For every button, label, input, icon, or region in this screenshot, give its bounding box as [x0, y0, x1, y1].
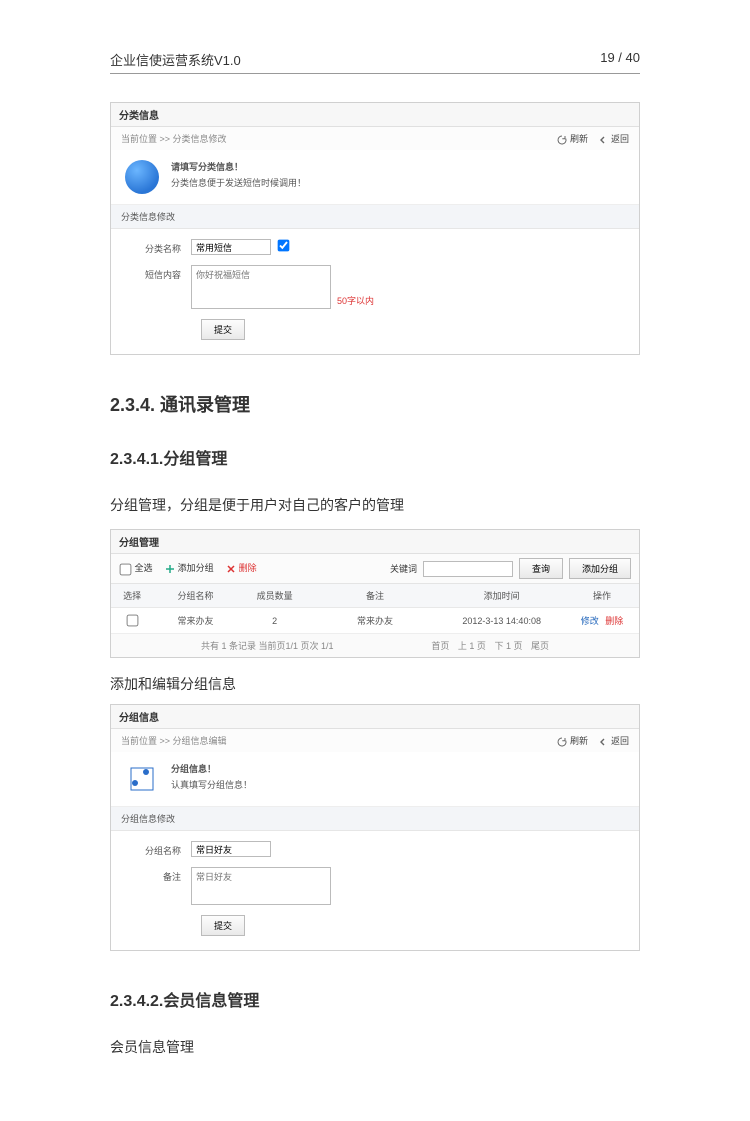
- heading-2341: 2.3.4.1.分组管理: [110, 445, 640, 469]
- group-desc-paragraph: 分组管理，分组是便于用户对自己的客户的管理: [110, 495, 640, 515]
- cell-time: 2012-3-13 14:40:08: [438, 608, 565, 634]
- pagination-links: 首页 上 1 页 下 1 页 尾页: [425, 639, 549, 652]
- member-paragraph: 会员信息管理: [110, 1037, 640, 1057]
- cell-name: 常来办友: [153, 608, 237, 634]
- col-remark: 备注: [312, 584, 439, 608]
- submit-button[interactable]: 提交: [201, 319, 245, 340]
- select-all-link[interactable]: 全选: [135, 563, 153, 573]
- info-subtitle: 认真填写分组信息！: [171, 778, 252, 791]
- panel-group-info: 分组信息 当前位置 >> 分组信息编辑 刷新 返回 分组信息！ 认真填写分组信息…: [110, 704, 640, 951]
- plus-icon: [165, 563, 175, 573]
- refresh-link[interactable]: 刷新: [557, 736, 588, 746]
- col-select: 选择: [111, 584, 153, 608]
- refresh-icon: [557, 134, 567, 144]
- pagination-summary: 共有 1 条记录 当前页1/1 页次 1/1: [201, 639, 334, 652]
- panel-title: 分组管理: [111, 530, 639, 554]
- info-subtitle: 分类信息便于发送短信时候调用！: [171, 176, 306, 189]
- puzzle-icon: [125, 762, 159, 796]
- name-checkbox[interactable]: [278, 240, 290, 252]
- back-icon: [598, 134, 608, 144]
- select-all-checkbox[interactable]: [120, 563, 132, 575]
- page-first[interactable]: 首页: [431, 641, 449, 651]
- add-edit-paragraph: 添加和编辑分组信息: [110, 674, 640, 694]
- back-icon: [598, 736, 608, 746]
- col-ops: 操作: [565, 584, 639, 608]
- breadcrumb: 当前位置 >> 分类信息修改: [121, 132, 227, 145]
- heading-2342: 2.3.4.2.会员信息管理: [110, 987, 640, 1011]
- doc-header: 企业信使运营系统V1.0 19 / 40: [110, 50, 640, 74]
- doc-title: 企业信使运营系统V1.0: [110, 50, 241, 69]
- add-group-button[interactable]: 添加分组: [569, 558, 631, 579]
- info-title: 分组信息！: [171, 762, 252, 775]
- panel-title: 分组信息: [111, 705, 639, 729]
- refresh-link[interactable]: 刷新: [557, 134, 588, 144]
- keyword-label: 关键词: [390, 562, 417, 575]
- refresh-icon: [557, 736, 567, 746]
- name-label: 分组名称: [121, 841, 191, 857]
- content-textarea[interactable]: [191, 265, 331, 309]
- char-limit: 50字以内: [337, 294, 374, 309]
- col-time: 添加时间: [438, 584, 565, 608]
- breadcrumb: 当前位置 >> 分组信息编辑: [121, 734, 227, 747]
- back-link[interactable]: 返回: [598, 134, 629, 144]
- back-link[interactable]: 返回: [598, 736, 629, 746]
- info-title: 请填写分类信息！: [171, 160, 306, 173]
- col-name: 分组名称: [153, 584, 237, 608]
- panel-category-info: 分类信息 当前位置 >> 分类信息修改 刷新 返回 请填写分类信息！ 分类信息便…: [110, 102, 640, 355]
- row-checkbox[interactable]: [126, 615, 138, 627]
- content-label: 短信内容: [121, 265, 191, 281]
- page-next[interactable]: 下 1 页: [494, 641, 522, 651]
- edit-action[interactable]: 修改: [581, 616, 599, 626]
- group-table: 选择 分组名称 成员数量 备注 添加时间 操作 常来办友 2 常来办友 2012…: [111, 584, 639, 634]
- section-bar: 分类信息修改: [111, 205, 639, 229]
- keyword-input[interactable]: [423, 561, 513, 577]
- page-prev[interactable]: 上 1 页: [458, 641, 486, 651]
- page-last[interactable]: 尾页: [531, 641, 549, 651]
- cell-count: 2: [238, 608, 312, 634]
- doc-page-number: 19 / 40: [600, 50, 640, 69]
- remark-textarea[interactable]: [191, 867, 331, 905]
- table-row: 常来办友 2 常来办友 2012-3-13 14:40:08 修改 删除: [111, 608, 639, 634]
- name-input[interactable]: [191, 841, 271, 857]
- remark-label: 备注: [121, 867, 191, 883]
- name-input[interactable]: [191, 239, 271, 255]
- delete-action[interactable]: 删除: [605, 616, 623, 626]
- panel-title: 分类信息: [111, 103, 639, 127]
- x-icon: [226, 563, 236, 573]
- add-group-link[interactable]: 添加分组: [165, 563, 214, 573]
- search-button[interactable]: 查询: [519, 558, 563, 579]
- submit-button[interactable]: 提交: [201, 915, 245, 936]
- section-bar: 分组信息修改: [111, 807, 639, 831]
- heading-234: 2.3.4. 通讯录管理: [110, 391, 640, 417]
- panel-group-manage: 分组管理 全选 添加分组 删除 关键词 查询 添加分组 选择 分组名称 成员数量: [110, 529, 640, 658]
- name-label: 分类名称: [121, 239, 191, 255]
- cell-remark: 常来办友: [312, 608, 439, 634]
- col-count: 成员数量: [238, 584, 312, 608]
- sphere-icon: [125, 160, 159, 194]
- delete-link[interactable]: 删除: [226, 563, 257, 573]
